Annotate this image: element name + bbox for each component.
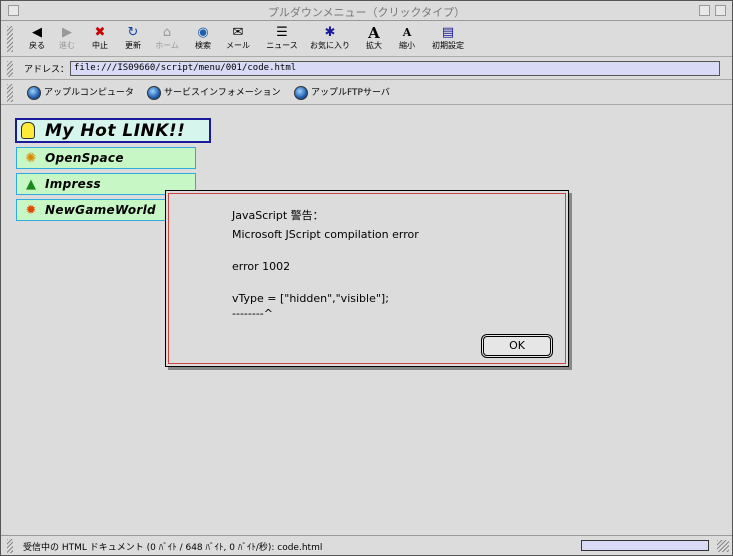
news-button-label: ニュース [266,41,298,50]
menu-item-label: Impress [45,177,102,191]
preferences-icon: ▤ [441,25,455,40]
ok-button[interactable]: OK [481,334,553,358]
dialog-error-code: error 1002 [232,260,291,273]
back-arrow-icon: ◀ [32,25,42,40]
shrink-font-icon: A [402,26,412,39]
status-bar: 受信中の HTML ドキュメント (0 ﾊﾞｲﾄ / 648 ﾊﾞｲﾄ, 0 ﾊ… [1,535,732,555]
globe-icon [147,85,161,100]
favorites-bar: アップルコンピュータ サービスインフォメーション アップルFTPサーバ [1,81,732,105]
address-bar-grip[interactable] [7,61,13,77]
title-bar[interactable]: プルダウンメニュー（クリックタイプ） [1,1,732,21]
status-text: 受信中の HTML ドキュメント (0 ﾊﾞｲﾄ / 648 ﾊﾞｲﾄ, 0 ﾊ… [23,543,323,553]
javascript-alert-dialog: JavaScript 警告： Microsoft JScript compila… [165,190,569,367]
search-globe-icon: ◉ [197,25,209,40]
progress-bar [581,540,709,551]
address-bar: アドレス： file:///IS09660/script/menu/001/co… [1,58,732,80]
forward-button-label: 進む [59,41,75,50]
back-button-label: 戻る [29,41,45,50]
dialog-caret-line: --------^ [232,307,273,320]
favorite-link-label: サービスインフォメーション [164,88,281,98]
favorites-button-label: お気に入り [310,41,350,50]
favorite-link-label: アップルFTPサーバ [311,88,390,98]
forward-button[interactable]: ▶ 進む [51,25,83,55]
refresh-icon: ↻ [127,25,139,40]
globe-icon [294,85,308,100]
collapse-box-icon[interactable] [715,5,726,16]
globe-icon [27,85,41,100]
browser-window: プルダウンメニュー（クリックタイプ） ◀ 戻る ▶ 進む ✖ 中止 ↻ 更新 ⌂… [0,0,733,556]
toolbar: ◀ 戻る ▶ 進む ✖ 中止 ↻ 更新 ⌂ ホーム ◉ 検索 ✉ メール ☰ ニ [1,22,732,57]
refresh-button-label: 更新 [125,41,141,50]
favorite-link-label: アップルコンピュータ [44,88,134,98]
stop-button[interactable]: ✖ 中止 [84,25,116,55]
back-button[interactable]: ◀ 戻る [21,25,53,55]
dialog-title: JavaScript 警告： [232,209,324,222]
home-button-label: ホーム [155,41,179,50]
mail-button-label: メール [226,41,250,50]
status-bar-grip [7,539,13,553]
dialog-code-line: vType = ["hidden","visible"]; [232,292,389,305]
home-button[interactable]: ⌂ ホーム [151,25,183,55]
menu-item-label: OpenSpace [45,151,124,165]
enlarge-font-button[interactable]: A 拡大 [358,25,390,55]
favorites-bar-grip[interactable] [7,84,13,102]
resize-handle-icon[interactable] [717,540,729,552]
menu-header-button[interactable]: My Hot LINK!! [15,118,211,143]
stop-button-label: 中止 [92,41,108,50]
favorite-link-service-info[interactable]: サービスインフォメーション [147,85,281,101]
favorites-folder-icon: ✱ [324,25,336,40]
menu-header-label: My Hot LINK!! [45,121,186,141]
sun-icon: ✺ [25,151,37,166]
stop-icon: ✖ [94,25,106,40]
enlarge-font-icon: A [368,24,380,42]
window-title: プルダウンメニュー（クリックタイプ） [267,6,466,19]
mail-icon: ✉ [232,25,244,40]
favorite-link-apple[interactable]: アップルコンピュータ [27,85,134,101]
menu-item-label: NewGameWorld [45,203,156,217]
menu-item-openspace[interactable]: ✺ OpenSpace [16,147,196,169]
dialog-error-type: Microsoft JScript compilation error [232,228,419,241]
enlarge-font-label: 拡大 [366,41,382,50]
tree-icon: ▲ [26,177,36,192]
favorite-link-apple-ftp[interactable]: アップルFTPサーバ [294,85,390,101]
news-icon: ☰ [276,25,288,40]
zoom-box-icon[interactable] [699,5,710,16]
flame-icon: ✹ [25,203,37,218]
search-button-label: 検索 [195,41,211,50]
search-button[interactable]: ◉ 検索 [187,25,219,55]
news-button[interactable]: ☰ ニュース [263,25,301,55]
favorites-button[interactable]: ✱ お気に入り [307,25,353,55]
shrink-font-label: 縮小 [399,41,415,50]
preferences-button[interactable]: ▤ 初期設定 [426,25,470,55]
home-icon: ⌂ [162,25,172,40]
lightbulb-icon [21,122,35,139]
preferences-button-label: 初期設定 [432,41,464,50]
forward-arrow-icon: ▶ [62,25,72,40]
shrink-font-button[interactable]: A 縮小 [391,25,423,55]
toolbar-grip[interactable] [7,26,13,52]
refresh-button[interactable]: ↻ 更新 [117,25,149,55]
address-label: アドレス： [24,65,70,75]
address-input[interactable]: file:///IS09660/script/menu/001/code.htm… [70,61,720,76]
mail-button[interactable]: ✉ メール [222,25,254,55]
